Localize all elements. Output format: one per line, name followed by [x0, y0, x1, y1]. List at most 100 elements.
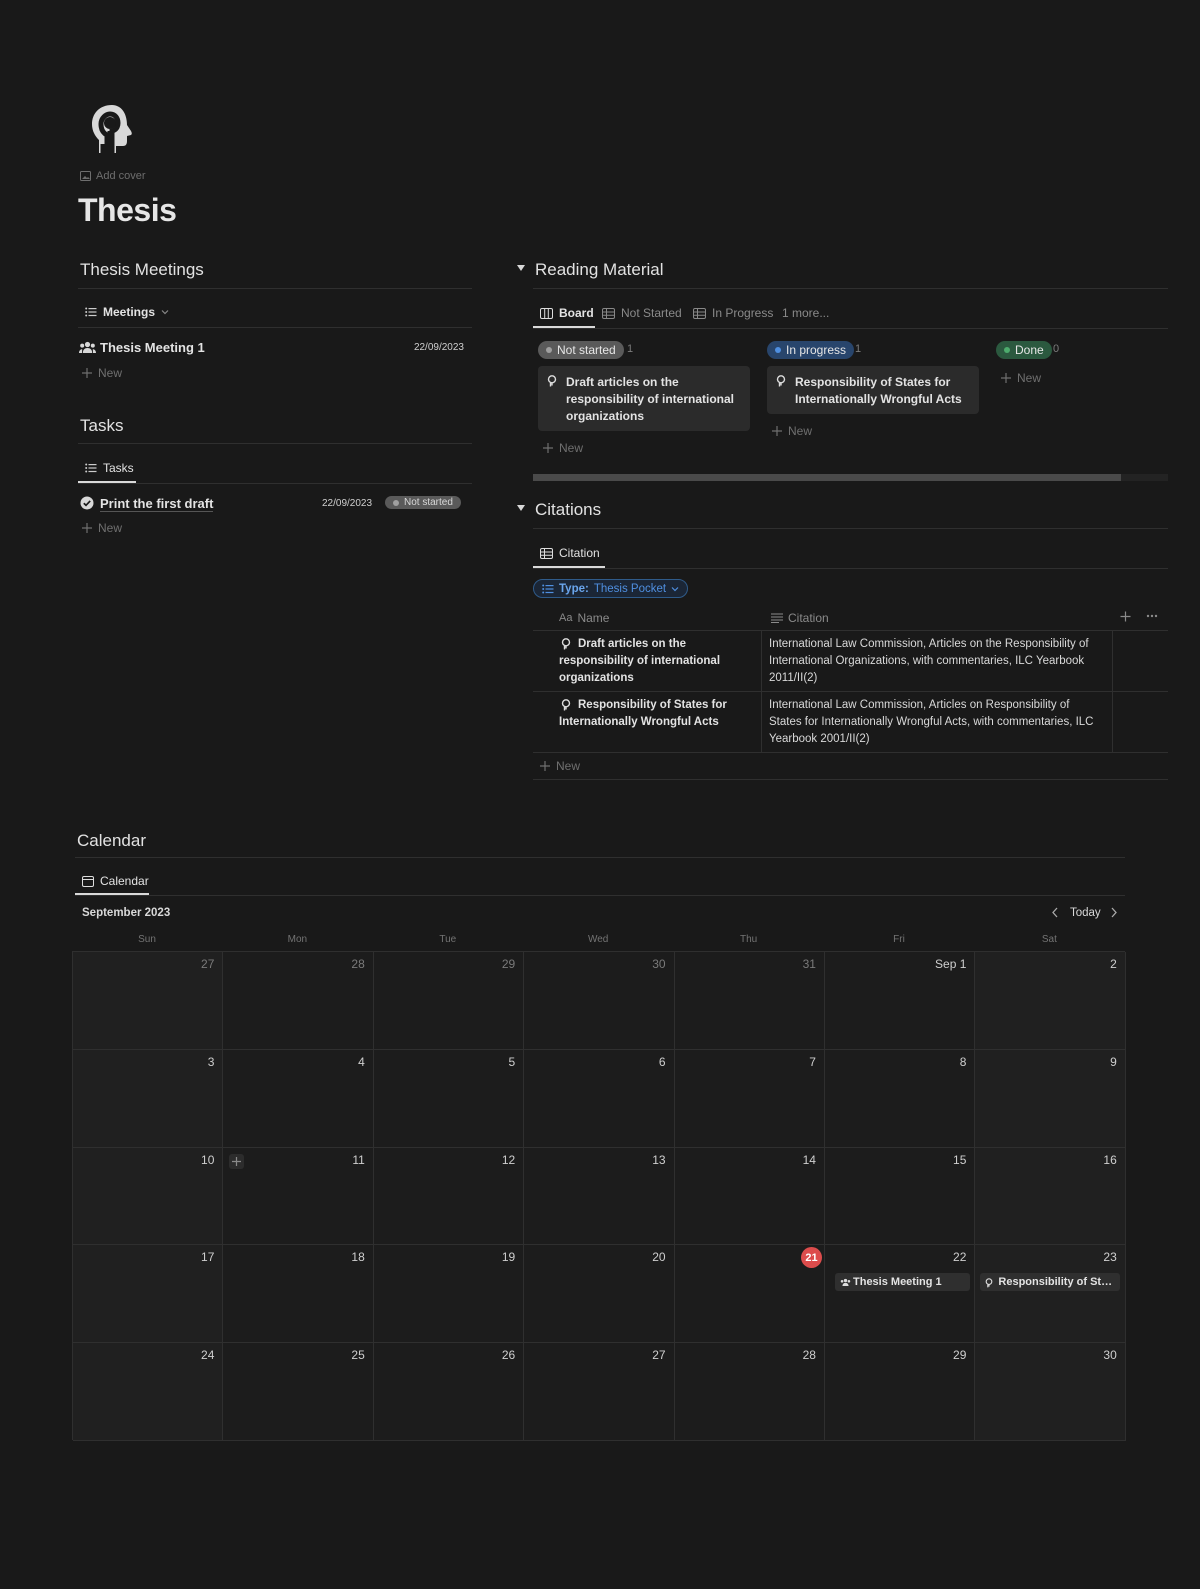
- tab-in-progress[interactable]: In Progress: [693, 306, 773, 320]
- calendar-section-title[interactable]: Calendar: [77, 831, 146, 851]
- calendar-day-cell[interactable]: 2: [975, 952, 1126, 1050]
- tasks-new-button[interactable]: New: [82, 521, 122, 535]
- calendar-day-cell[interactable]: 13: [524, 1147, 675, 1246]
- page-title[interactable]: Thesis: [78, 192, 177, 229]
- tab-more[interactable]: 1 more...: [782, 306, 829, 320]
- calendar-day-cell[interactable]: 19: [373, 1245, 525, 1344]
- column-header-in-progress[interactable]: In progress: [767, 341, 855, 359]
- today-button[interactable]: Today: [1070, 907, 1101, 919]
- event-label: Responsibility of Stat...: [998, 1276, 1121, 1289]
- day-number: 10: [201, 1152, 215, 1167]
- calendar-day-cell[interactable]: 11: [223, 1147, 374, 1246]
- check-circle-icon[interactable]: [80, 496, 94, 510]
- tab-tasks[interactable]: Tasks: [85, 461, 134, 475]
- calendar-event[interactable]: Thesis Meeting 1: [835, 1273, 970, 1292]
- calendar-day-cell[interactable]: 21: [674, 1245, 825, 1344]
- calendar-day-cell[interactable]: 6: [524, 1049, 675, 1148]
- list-item[interactable]: Thesis Meeting 1 22/09/2023: [79, 340, 469, 358]
- divider: [75, 895, 1125, 896]
- table-cell-citation[interactable]: International Law Commission, Articles o…: [769, 697, 1105, 748]
- meetings-new-button[interactable]: New: [82, 366, 122, 380]
- calendar-day-cell[interactable]: 29: [373, 952, 525, 1050]
- tab-calendar[interactable]: Calendar: [82, 874, 149, 888]
- calendar-day-cell[interactable]: 9: [975, 1049, 1126, 1148]
- board-new-button[interactable]: New: [543, 441, 583, 455]
- calendar-day-cell[interactable]: 15: [825, 1147, 976, 1246]
- filter-chip[interactable]: Type: Thesis Pocket: [533, 579, 689, 598]
- meeting-title[interactable]: Thesis Meeting 1: [100, 340, 205, 355]
- day-number: 3: [207, 1054, 215, 1069]
- board-card[interactable]: Responsibility of States for Internation…: [767, 366, 979, 414]
- head-icon: [561, 699, 571, 711]
- calendar-day-cell[interactable]: 31: [674, 952, 825, 1050]
- toggle-triangle-icon[interactable]: [516, 504, 526, 512]
- calendar-day-cell[interactable]: 29: [825, 1343, 976, 1441]
- citations-new-button[interactable]: New: [540, 759, 580, 773]
- horizontal-scrollbar-track[interactable]: [533, 474, 1168, 481]
- calendar-day-cell[interactable]: 14: [674, 1147, 825, 1246]
- calendar-day-cell[interactable]: 25: [223, 1343, 374, 1441]
- tab-not-started[interactable]: Not Started: [602, 306, 682, 320]
- tab-meetings[interactable]: Meetings: [85, 305, 169, 319]
- calendar-day-cell[interactable]: 10: [73, 1147, 224, 1246]
- calendar-day-cell[interactable]: 27: [73, 952, 224, 1050]
- board-card[interactable]: Draft articles on the responsibility of …: [538, 366, 750, 431]
- reading-section-title[interactable]: Reading Material: [535, 260, 664, 280]
- day-number: 2: [1110, 957, 1117, 971]
- column-header-not-started[interactable]: Not started: [538, 341, 624, 359]
- tasks-section-title[interactable]: Tasks: [80, 416, 123, 436]
- calendar-day-cell[interactable]: 27: [524, 1343, 675, 1441]
- calendar-day-cell[interactable]: 26: [373, 1343, 525, 1441]
- status-label: Not started: [404, 497, 453, 508]
- calendar-day-cell[interactable]: 28: [223, 952, 374, 1050]
- column-header-name[interactable]: Aa Name: [559, 611, 609, 625]
- board-new-button[interactable]: New: [1001, 371, 1041, 385]
- calendar-day-cell[interactable]: 4: [223, 1049, 374, 1148]
- citations-section-title[interactable]: Citations: [535, 500, 601, 520]
- calendar-day-cell[interactable]: 30: [975, 1343, 1126, 1441]
- board-new-button[interactable]: New: [772, 424, 812, 438]
- table-cell-citation[interactable]: International Law Commission, Articles o…: [769, 636, 1105, 687]
- column-header-done[interactable]: Done: [996, 341, 1052, 359]
- chevron-left-icon[interactable]: [1051, 907, 1059, 918]
- calendar-day-cell[interactable]: 3: [73, 1049, 224, 1148]
- calendar-day-cell[interactable]: 22 Thesis Meeting 1: [825, 1245, 976, 1344]
- calendar-day-cell[interactable]: Sep 1: [825, 952, 976, 1050]
- calendar-day-cell[interactable]: 28: [674, 1343, 825, 1441]
- weekday-label: Wed: [587, 934, 609, 945]
- page-head-icon[interactable]: [86, 102, 138, 156]
- calendar-day-cell[interactable]: 16: [975, 1147, 1126, 1246]
- more-options-icon[interactable]: [1146, 614, 1158, 618]
- toggle-triangle-icon[interactable]: [516, 264, 526, 272]
- horizontal-scrollbar-thumb[interactable]: [533, 474, 1121, 481]
- calendar-day-cell[interactable]: 17: [73, 1245, 224, 1344]
- calendar-day-cell[interactable]: 20: [524, 1245, 675, 1344]
- calendar-day-cell[interactable]: 18: [223, 1245, 374, 1344]
- list-item[interactable]: Print the first draft 22/09/2023 Not sta…: [80, 495, 470, 515]
- calendar-day-cell[interactable]: 30: [524, 952, 675, 1050]
- table-row-name[interactable]: Responsibility of States for Internation…: [559, 697, 757, 731]
- calendar-day-cell[interactable]: 24: [73, 1343, 224, 1441]
- table-row-name[interactable]: Draft articles on the responsibility of …: [559, 636, 757, 687]
- citation-name: Draft articles on the responsibility of …: [559, 638, 721, 684]
- calendar-day-cell[interactable]: 23 Responsibility of Stat...: [975, 1245, 1126, 1344]
- day-number: 30: [1103, 1348, 1117, 1363]
- calendar-day-cell[interactable]: 12: [373, 1147, 525, 1246]
- chevron-right-icon[interactable]: [1110, 907, 1118, 918]
- calendar-event[interactable]: Responsibility of Stat...: [980, 1273, 1121, 1292]
- tab-citation[interactable]: Citation: [540, 546, 600, 560]
- meetings-section-title[interactable]: Thesis Meetings: [80, 260, 204, 280]
- head-icon: [985, 1278, 993, 1288]
- add-column-button[interactable]: [1120, 611, 1131, 622]
- tab-board[interactable]: Board: [540, 306, 594, 320]
- task-title[interactable]: Print the first draft: [100, 496, 214, 512]
- calendar-day-cell[interactable]: 8: [825, 1049, 976, 1148]
- tab-board-label: Board: [559, 306, 594, 320]
- calendar-day-cell[interactable]: 7: [674, 1049, 825, 1148]
- divider: [78, 288, 472, 289]
- add-cover-button[interactable]: Add cover: [80, 170, 146, 182]
- chevron-down-icon: [671, 586, 679, 592]
- add-event-button[interactable]: [229, 1153, 245, 1169]
- calendar-day-cell[interactable]: 5: [373, 1049, 525, 1148]
- column-header-citation[interactable]: Citation: [771, 611, 829, 625]
